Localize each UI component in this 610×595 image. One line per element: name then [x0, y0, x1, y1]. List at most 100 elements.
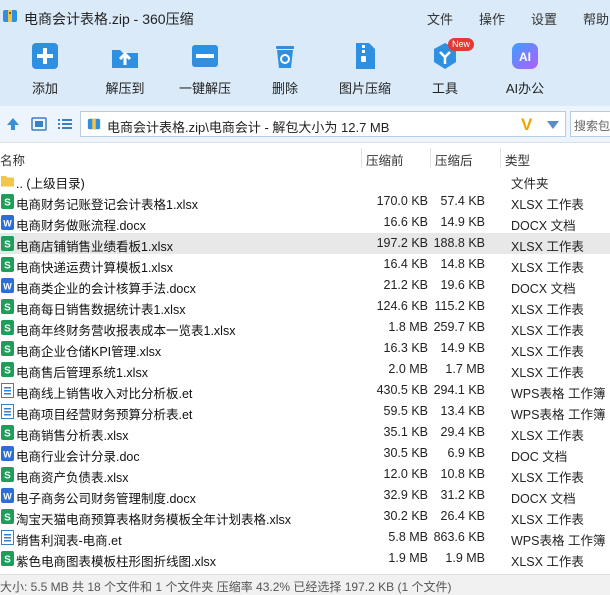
- file-type: DOCX 文档: [511, 492, 576, 506]
- add-button[interactable]: 添加: [10, 40, 80, 102]
- title-bar: 电商会计表格.zip - 360压缩 文件 操作 设置 帮助: [0, 0, 610, 34]
- menu-help[interactable]: 帮助: [583, 9, 609, 28]
- file-type: WPS表格 工作簿: [511, 408, 606, 422]
- file-name: 电商售后管理系统1.xlsx: [16, 366, 148, 380]
- svg-text:S: S: [4, 471, 11, 482]
- file-row[interactable]: .. (上级目录) 文件夹: [0, 170, 610, 191]
- svg-text:S: S: [4, 198, 11, 209]
- image-compress-button[interactable]: 图片压缩: [330, 40, 400, 102]
- svg-text:S: S: [4, 555, 11, 566]
- file-packed-size: 294.1 KB: [433, 383, 485, 397]
- file-size: 197.2 KB: [376, 236, 428, 250]
- file-row[interactable]: S 电商财务记账登记会计表格1.xlsx 170.0 KB 57.4 KB XLSX 工…: [0, 191, 610, 212]
- file-row[interactable]: S 电商快递运费计算模板1.xlsx 16.4 KB 14.8 KB XLSX 工作表: [0, 254, 610, 275]
- delete-button[interactable]: 删除: [250, 40, 320, 102]
- file-name: 淘宝天猫电商预算表格财务模板全年计划表格.xlsx: [16, 513, 292, 527]
- address-path: 电商会计表格.zip\电商会计 - 解包大小为 12.7 MB: [107, 120, 390, 135]
- file-size: 16.3 KB: [383, 341, 428, 355]
- file-row[interactable]: S 电商企业仓储KPI管理.xlsx 16.3 KB 14.9 KB XLSX 工作表: [0, 338, 610, 359]
- ai-office-label: AI办公: [505, 81, 545, 96]
- file-row[interactable]: S 电商年终财务营收报表成本一览表1.xlsx 1.8 MB 259.7 KB XLSX…: [0, 317, 610, 338]
- file-row[interactable]: S 电商售后管理系统1.xlsx 2.0 MB 1.7 MB XLSX 工作表: [0, 359, 610, 380]
- file-row[interactable]: S 紫色电商图表模板柱形图折线图.xlsx 1.9 MB 1.9 MB XLSX 工作表: [0, 548, 610, 569]
- file-name: 电商资产负债表.xlsx: [16, 471, 129, 485]
- xlsx-file-icon: S: [1, 341, 14, 356]
- file-name: 电商线上销售收入对比分析板.et: [16, 387, 193, 401]
- xlsx-file-icon: S: [1, 425, 14, 440]
- search-placeholder: 搜索包: [574, 119, 610, 133]
- image-compress-label: 图片压缩: [338, 81, 391, 96]
- window-title: 电商会计表格.zip - 360压缩: [24, 11, 194, 27]
- file-packed-size: 14.9 KB: [440, 341, 485, 355]
- file-name: 紫色电商图表模板柱形图折线图.xlsx: [16, 555, 217, 569]
- ai-office-button[interactable]: AI AI办公: [490, 40, 560, 102]
- file-name: .. (上级目录): [16, 177, 85, 191]
- file-name: 电商行业会计分录.doc: [16, 450, 140, 464]
- file-name: 电商快递运费计算模板1.xlsx: [16, 261, 173, 275]
- file-row[interactable]: S 电商销售分析表.xlsx 35.1 KB 29.4 KB XLSX 工作表: [0, 422, 610, 443]
- chevron-down-icon[interactable]: [547, 121, 559, 129]
- svg-text:S: S: [4, 324, 11, 335]
- file-row[interactable]: 电商项目经营财务预算分析表.et 59.5 KB 13.4 KB WPS表格 工作簿: [0, 401, 610, 422]
- file-packed-size: 19.6 KB: [440, 278, 485, 292]
- docx-file-icon: W: [1, 215, 14, 230]
- file-row[interactable]: S 电商每日销售数据统计表1.xlsx 124.6 KB 115.2 KB XLSX 工…: [0, 296, 610, 317]
- file-size: 32.9 KB: [383, 488, 428, 502]
- file-row[interactable]: W 电商类企业的会计核算手法.docx 21.2 KB 19.6 KB DOCX 文档: [0, 275, 610, 296]
- search-input[interactable]: 搜索包: [570, 111, 610, 137]
- file-type: XLSX 工作表: [511, 429, 584, 443]
- file-name: 电商类企业的会计核算手法.docx: [16, 282, 196, 296]
- up-arrow-icon[interactable]: [5, 116, 21, 132]
- column-divider[interactable]: [500, 148, 501, 168]
- list-view-icon[interactable]: [57, 116, 73, 132]
- v-logo-icon[interactable]: V: [521, 115, 532, 135]
- file-type: XLSX 工作表: [511, 198, 584, 212]
- column-packed[interactable]: 压缩后: [435, 150, 473, 169]
- file-row[interactable]: 销售利润表-电商.et 5.8 MB 863.6 KB WPS表格 工作簿: [0, 527, 610, 548]
- one-click-extract-button[interactable]: 一键解压: [170, 40, 240, 102]
- address-row: 电商会计表格.zip\电商会计 - 解包大小为 12.7 MB V 搜索包: [0, 106, 610, 143]
- file-row[interactable]: W 电商行业会计分录.doc 30.5 KB 6.9 KB DOC 文档: [0, 443, 610, 464]
- folder-icon: [1, 176, 14, 187]
- file-name: 销售利润表-电商.et: [16, 534, 122, 548]
- xlsx-file-icon: S: [1, 320, 14, 335]
- file-row[interactable]: W 电子商务公司财务管理制度.docx 32.9 KB 31.2 KB DOCX 文档: [0, 485, 610, 506]
- file-row[interactable]: W 电商财务做账流程.docx 16.6 KB 14.9 KB DOCX 文档: [0, 212, 610, 233]
- file-row[interactable]: S 电商资产负债表.xlsx 12.0 KB 10.8 KB XLSX 工作表: [0, 464, 610, 485]
- file-row[interactable]: 电商线上销售收入对比分析板.et 430.5 KB 294.1 KB WPS表格 工作…: [0, 380, 610, 401]
- svg-text:S: S: [4, 240, 11, 251]
- status-bar: 大小: 5.5 MB 共 18 个文件和 1 个文件夹 压缩率 43.2% 已经…: [0, 574, 610, 595]
- column-type[interactable]: 类型: [505, 150, 530, 169]
- file-type: XLSX 工作表: [511, 345, 584, 359]
- menu-settings[interactable]: 设置: [531, 9, 557, 28]
- file-name: 电商企业仓储KPI管理.xlsx: [16, 345, 162, 359]
- et-file-icon: [1, 530, 14, 545]
- svg-text:W: W: [3, 282, 12, 292]
- svg-text:AI: AI: [519, 50, 531, 64]
- xlsx-file-icon: S: [1, 194, 14, 209]
- xlsx-file-icon: S: [1, 467, 14, 482]
- file-size: 2.0 MB: [388, 362, 428, 376]
- menu-file[interactable]: 文件: [427, 9, 453, 28]
- column-size[interactable]: 压缩前: [366, 150, 404, 169]
- extract-to-button[interactable]: 解压到: [90, 40, 160, 102]
- menu-operation[interactable]: 操作: [479, 9, 505, 28]
- column-divider[interactable]: [430, 148, 431, 168]
- file-packed-size: 31.2 KB: [440, 488, 485, 502]
- status-text: 大小: 5.5 MB 共 18 个文件和 1 个文件夹 压缩率 43.2% 已经…: [0, 580, 452, 594]
- file-type: XLSX 工作表: [511, 324, 584, 338]
- column-name[interactable]: 名称: [0, 150, 25, 169]
- file-name: 电商年终财务营收报表成本一览表1.xlsx: [16, 324, 236, 338]
- column-header: 名称 压缩前 压缩后 类型: [0, 148, 610, 168]
- file-row[interactable]: S 电商店铺销售业绩看板1.xlsx 197.2 KB 188.8 KB XLSX 工作…: [0, 233, 610, 254]
- xlsx-file-icon: S: [1, 362, 14, 377]
- extract-to-icon: [112, 50, 138, 68]
- address-bar[interactable]: 电商会计表格.zip\电商会计 - 解包大小为 12.7 MB V: [80, 111, 566, 137]
- file-row[interactable]: S 淘宝天猫电商预算表格财务模板全年计划表格.xlsx 30.2 KB 26.4 KB…: [0, 506, 610, 527]
- file-type: WPS表格 工作簿: [511, 534, 606, 548]
- tools-button[interactable]: New 工具: [410, 38, 480, 102]
- svg-text:W: W: [3, 450, 12, 460]
- column-divider[interactable]: [361, 148, 362, 168]
- thumbnail-view-icon[interactable]: [31, 116, 47, 132]
- zip-archive-icon: [3, 10, 17, 22]
